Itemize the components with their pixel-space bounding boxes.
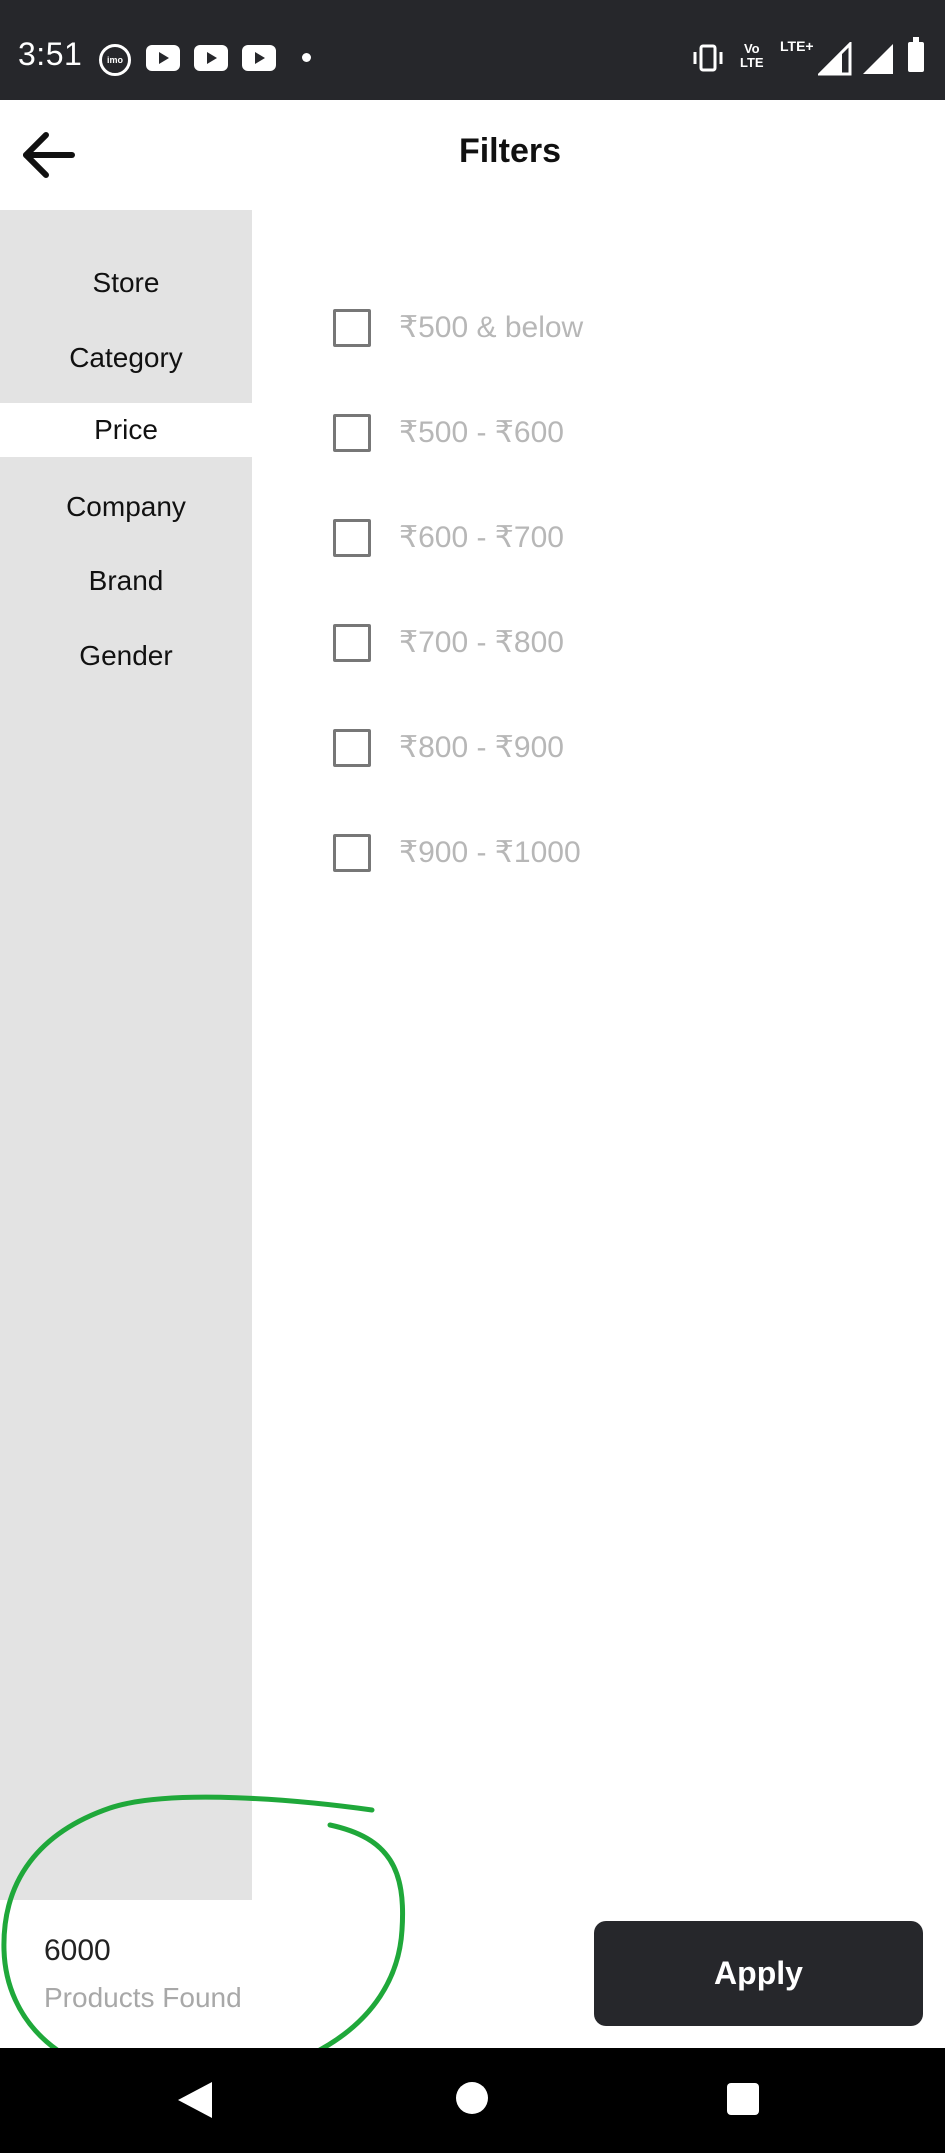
vibrate-icon [693,44,723,72]
checkbox[interactable] [333,519,371,557]
lte-plus-icon: LTE+ [780,38,814,54]
sidebar-item-company[interactable]: Company [0,480,252,534]
sidebar-item-store[interactable]: Store [0,256,252,310]
sidebar-item-brand[interactable]: Brand [0,554,252,608]
filter-sidebar: Store Category Price Company Brand Gende… [0,210,252,1900]
price-option-label: ₹800 - ₹900 [399,731,564,764]
volte-icon: Vo LTE [740,42,764,70]
page-title: Filters [458,132,562,170]
volte-bottom-text: LTE [740,55,764,70]
header: Filters [0,100,945,210]
price-option-label: ₹700 - ₹800 [399,626,564,659]
battery-icon [908,37,924,72]
checkbox[interactable] [333,729,371,767]
sidebar-item-category[interactable]: Category [0,331,252,385]
products-found-label: Products Found [44,1982,242,2013]
dot-icon [302,53,311,62]
status-time: 3:51 [18,36,83,72]
volte-top-text: Vo [743,41,760,56]
checkbox[interactable] [333,414,371,452]
products-count: 6000 [44,1934,111,1967]
apply-button[interactable]: Apply [594,1921,923,2026]
checkbox[interactable] [333,309,371,347]
youtube-icon [146,45,180,71]
price-option-label: ₹600 - ₹700 [399,521,564,554]
system-nav-bar [0,2048,945,2153]
youtube-icon [242,45,276,71]
imo-icon: imo [99,44,131,76]
sidebar-item-price[interactable]: Price [0,403,252,457]
nav-home-icon[interactable] [456,2082,488,2114]
price-option-label: ₹500 - ₹600 [399,416,564,449]
nav-back-icon[interactable] [178,2082,212,2118]
sidebar-item-gender[interactable]: Gender [0,629,252,683]
status-bar: 3:51 imo Vo LTE LTE+ [0,0,945,100]
price-option-label: ₹900 - ₹1000 [399,836,581,869]
signal-icon [818,42,852,76]
footer-bar: 6000 Products Found Apply [0,1900,945,2048]
signal-icon [863,44,893,74]
checkbox[interactable] [333,624,371,662]
checkbox[interactable] [333,834,371,872]
nav-recents-icon[interactable] [727,2083,759,2115]
price-option-label: ₹500 & below [399,311,584,344]
youtube-icon [194,45,228,71]
